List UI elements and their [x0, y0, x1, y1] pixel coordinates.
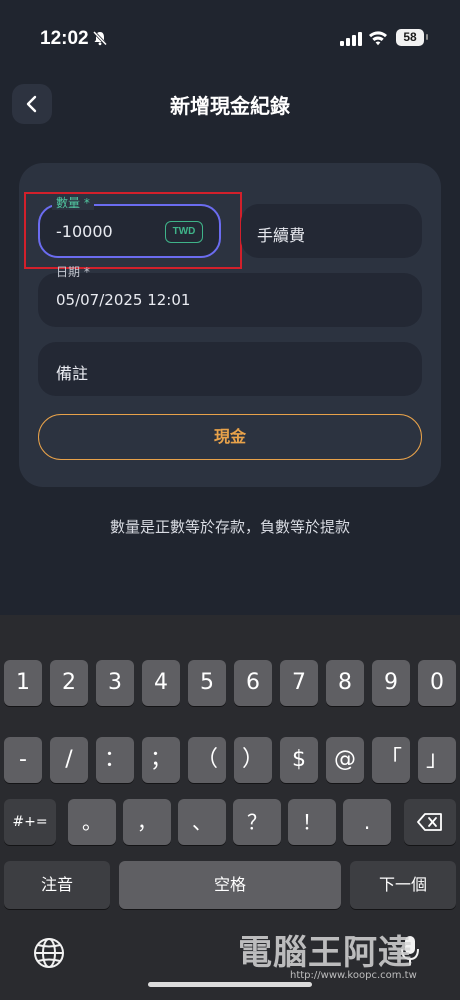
key-7[interactable]: 7	[280, 660, 318, 706]
watermark-url: http://www.koopc.com.tw	[290, 970, 417, 981]
battery-indicator: 58	[396, 29, 424, 46]
key-right-paren[interactable]: ）	[234, 737, 272, 783]
globe-icon[interactable]	[32, 936, 66, 970]
note-placeholder: 備註	[56, 364, 89, 383]
status-bar: 12:02 58	[0, 0, 460, 76]
watermark-logo: 電腦王阿達	[238, 933, 413, 973]
key-9[interactable]: 9	[372, 660, 410, 706]
key-0[interactable]: 0	[418, 660, 456, 706]
key-left-paren[interactable]: （	[188, 737, 226, 783]
key-fullstop[interactable]: 。	[68, 799, 116, 845]
key-3[interactable]: 3	[96, 660, 134, 706]
note-input[interactable]	[38, 342, 422, 396]
key-5[interactable]: 5	[188, 660, 226, 706]
wifi-icon	[369, 31, 387, 46]
date-value: 05/07/2025 12:01	[56, 291, 191, 309]
key-colon[interactable]: ：	[96, 737, 134, 783]
page-title: 新增現金紀錄	[170, 94, 290, 118]
key-exclaim[interactable]: ！	[288, 799, 336, 845]
key-zhuyin[interactable]: 注音	[4, 861, 110, 909]
key-hyphen[interactable]: -	[4, 737, 42, 783]
highlight-box	[24, 192, 242, 269]
key-question[interactable]: ？	[233, 799, 281, 845]
status-time: 12:02	[40, 28, 89, 49]
key-slash[interactable]: /	[50, 737, 88, 783]
key-left-bracket[interactable]: 「	[372, 737, 410, 783]
key-1[interactable]: 1	[4, 660, 42, 706]
app-screen: 12:02 58 新增現金紀錄 數量 * -10000 TWD 手續費 日期 *…	[0, 0, 460, 615]
key-space[interactable]: 空格	[119, 861, 341, 909]
cellular-signal-icon	[340, 32, 362, 46]
key-2[interactable]: 2	[50, 660, 88, 706]
home-indicator[interactable]	[148, 982, 312, 987]
mute-bell-icon	[92, 30, 108, 46]
delete-key[interactable]	[404, 799, 456, 845]
backspace-icon	[417, 813, 442, 831]
key-enum-comma[interactable]: 、	[178, 799, 226, 845]
key-right-bracket[interactable]: 」	[418, 737, 456, 783]
date-label: 日期 *	[56, 265, 90, 279]
key-period[interactable]: .	[343, 799, 391, 845]
key-dollar[interactable]: $	[280, 737, 318, 783]
cash-type-button[interactable]: 現金	[38, 414, 422, 460]
key-next[interactable]: 下一個	[350, 861, 456, 909]
key-8[interactable]: 8	[326, 660, 364, 706]
key-semicolon[interactable]: ；	[142, 737, 180, 783]
key-at[interactable]: @	[326, 737, 364, 783]
battery-cap	[426, 34, 428, 40]
hint-text: 數量是正數等於存款，負數等於提款	[109, 518, 350, 536]
key-comma[interactable]: ，	[123, 799, 171, 845]
fee-placeholder: 手續費	[257, 226, 306, 245]
key-more-symbols[interactable]: #+=	[4, 799, 56, 845]
key-6[interactable]: 6	[234, 660, 272, 706]
key-4[interactable]: 4	[142, 660, 180, 706]
